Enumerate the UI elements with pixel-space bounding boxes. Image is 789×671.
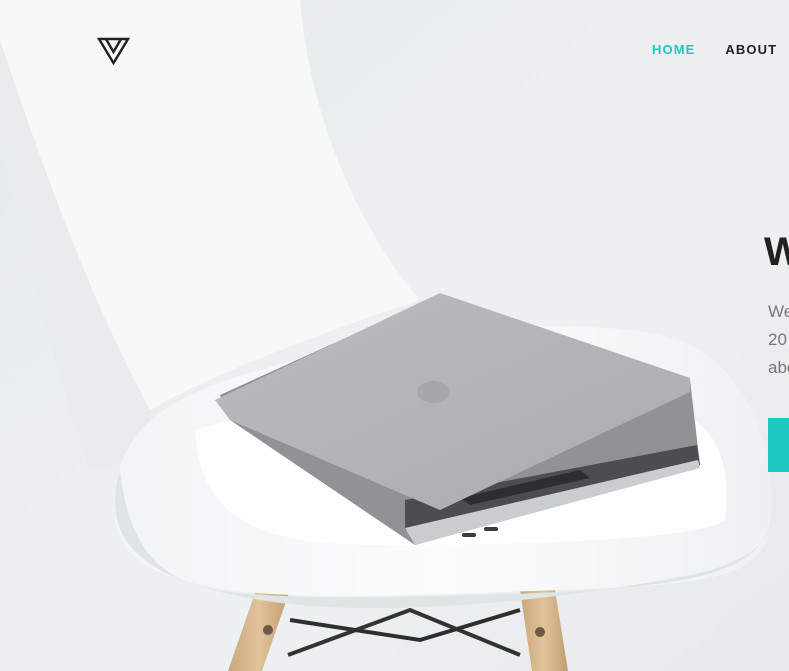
nav-link-home[interactable]: HOME	[652, 42, 695, 57]
hero-text-line: 20	[768, 330, 787, 349]
hero-background-photo	[0, 0, 789, 671]
brand-logo[interactable]	[97, 36, 131, 66]
hero-description: We 20 abo	[768, 298, 789, 382]
hero-text-line: abo	[768, 358, 789, 377]
hero-cta-button[interactable]	[768, 418, 789, 472]
hero-section: HOME ABOUT W We 20 abo	[0, 0, 789, 671]
triangle-v-logo-icon	[97, 37, 131, 66]
main-nav: HOME ABOUT	[652, 42, 777, 57]
hero-title: W	[764, 230, 789, 274]
nav-link-about[interactable]: ABOUT	[725, 42, 777, 57]
hero-text-line: We	[768, 302, 789, 321]
hero-content: W We 20 abo	[764, 228, 789, 472]
